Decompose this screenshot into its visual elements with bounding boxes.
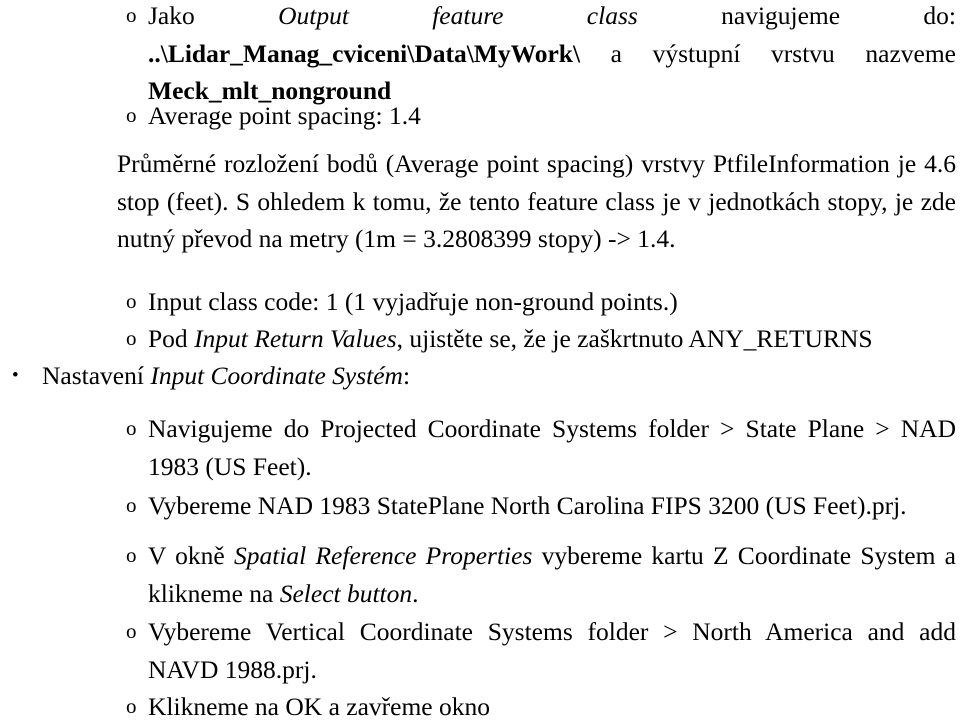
list-marker-circle: o	[126, 326, 137, 350]
list-marker-circle: o	[126, 416, 137, 440]
list-item: o Vybereme Vertical Coordinate Systems f…	[126, 613, 956, 688]
text-run: a výstupní vrstvu nazveme	[580, 38, 956, 68]
text-run: , ujistěte se, že je zaškrtnuto ANY_RETU…	[396, 324, 873, 353]
text-run-italic: Output feature class	[278, 1, 638, 30]
list-item: • Nastavení Input Coordinate Systém:	[12, 357, 956, 395]
list-item-text: Input class code: 1 (1 vyjadřuje non-gro…	[148, 287, 678, 316]
list-item-text: Average point spacing: 1.4	[148, 101, 421, 130]
list-item: o Average point spacing: 1.4	[126, 97, 956, 135]
list-item-text: Navigujeme do Projected Coordinate Syste…	[148, 414, 956, 481]
list-item: o Input class code: 1 (1 vyjadřuje non-g…	[126, 283, 956, 321]
document-page: o Jako Output feature class navigujeme d…	[0, 0, 960, 721]
text-run: Pod	[148, 324, 195, 353]
text-run: navigujeme do:	[637, 1, 956, 30]
list-item: o Navigujeme do Projected Coordinate Sys…	[126, 410, 956, 485]
list-item: o Vybereme NAD 1983 StatePlane North Car…	[126, 487, 956, 525]
text-run-italic: Input Coordinate Systém	[150, 361, 403, 390]
list-item: o V okně Spatial Reference Properties vy…	[126, 537, 956, 612]
list-item: o Jako Output feature class navigujeme d…	[126, 0, 956, 110]
text-run-italic: Select button	[279, 578, 413, 608]
text-run: .	[412, 578, 419, 608]
list-item-text: Vybereme NAD 1983 StatePlane North Carol…	[148, 491, 907, 520]
list-item-text: Nastavení Input Coordinate Systém:	[42, 357, 956, 395]
list-item: o Pod Input Return Values, ujistěte se, …	[126, 320, 956, 358]
list-marker-circle: o	[126, 289, 137, 313]
list-item-text: V okně Spatial Reference Properties vybe…	[148, 537, 956, 612]
text-run-bold: ..\Lidar_Manag_cviceni\Data\MyWork\	[148, 38, 581, 68]
list-item-text: Vybereme Vertical Coordinate Systems fol…	[148, 617, 956, 684]
text-run: V okně	[148, 541, 234, 570]
text-run: Nastavení	[42, 361, 151, 390]
list-marker-bullet: •	[12, 365, 19, 386]
list-item-text: Jako Output feature class navigujeme do:…	[148, 0, 956, 110]
paragraph-text: Průměrné rozložení bodů (Average point s…	[117, 149, 956, 253]
text-run: Jako	[148, 1, 279, 30]
paragraph: Průměrné rozložení bodů (Average point s…	[117, 145, 956, 258]
text-run-italic: Spatial Reference Properties	[233, 541, 533, 570]
list-item-text: Pod Input Return Values, ujistěte se, že…	[148, 320, 956, 358]
text-run: :	[402, 361, 411, 390]
list-marker-circle: o	[126, 103, 137, 127]
text-run-italic: Input Return Values	[194, 324, 397, 353]
list-marker-circle: o	[126, 543, 137, 567]
list-marker-circle: o	[126, 493, 137, 517]
list-marker-circle: o	[126, 3, 137, 27]
list-marker-circle: o	[126, 619, 137, 643]
